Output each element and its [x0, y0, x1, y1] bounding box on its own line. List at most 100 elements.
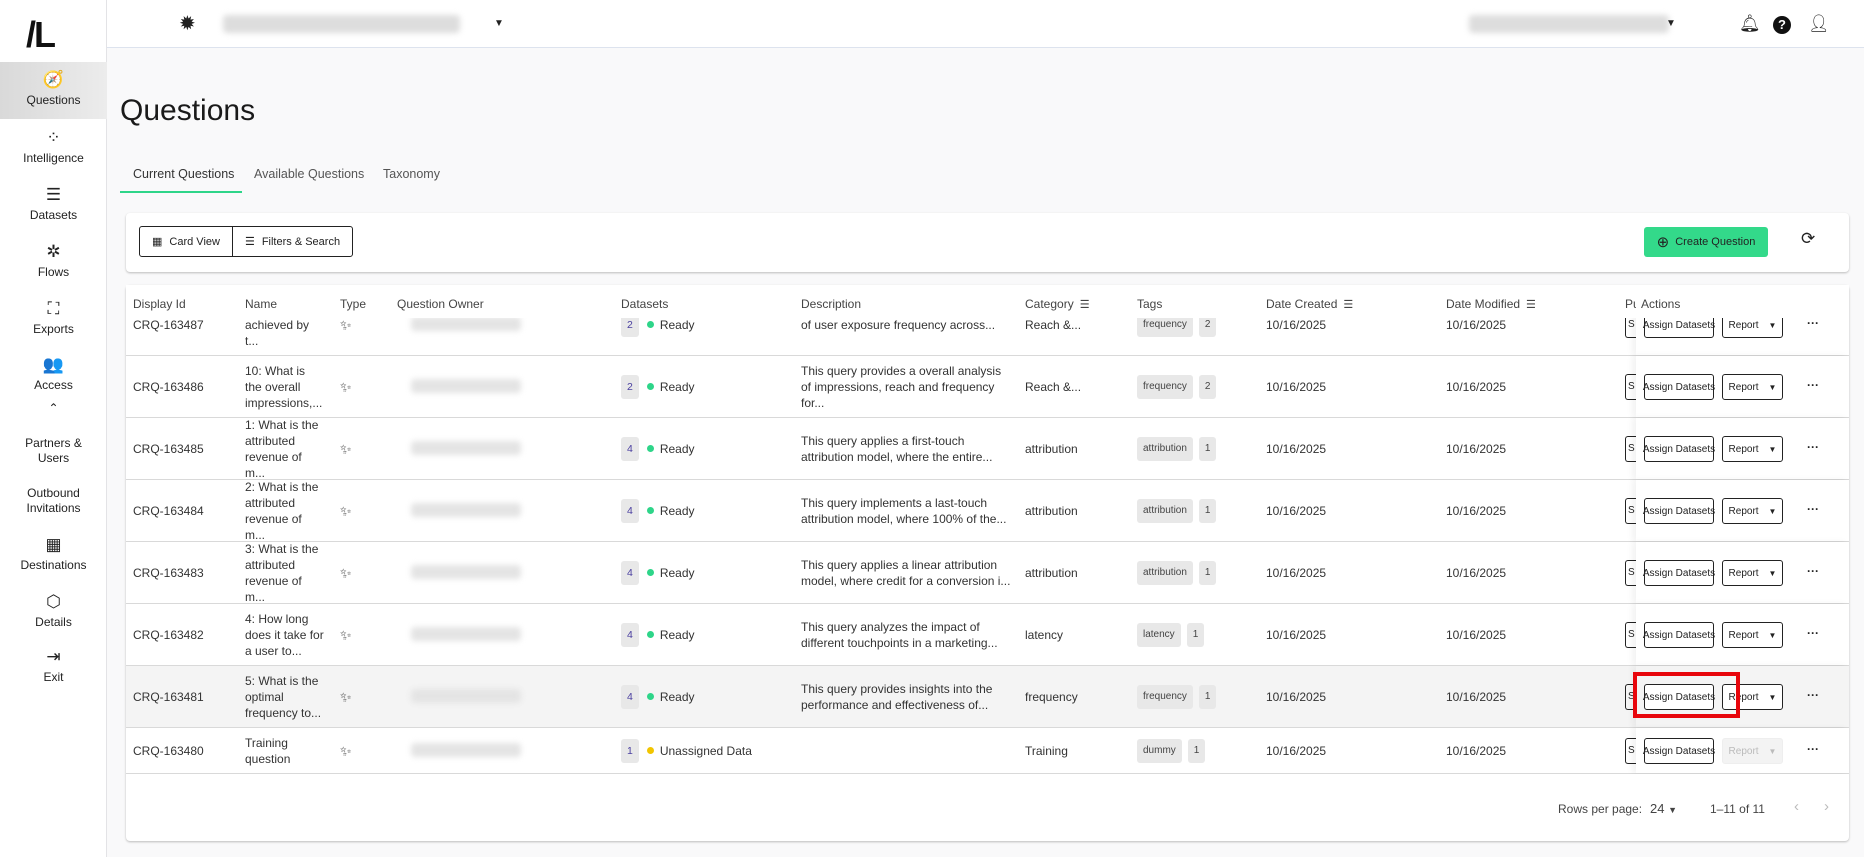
question-name[interactable]: 1: What is the attributed revenue of m..… — [245, 418, 325, 480]
more-options-icon[interactable]: ··· — [1807, 742, 1819, 756]
more-options-icon[interactable]: ··· — [1807, 626, 1819, 640]
caret-down-icon[interactable]: ▼ — [1666, 18, 1676, 29]
table-header: Display Id Name Type Question Owner Data… — [126, 285, 1849, 318]
assign-datasets-button[interactable]: Assign Datasets — [1643, 318, 1715, 338]
more-options-icon[interactable]: ··· — [1807, 440, 1819, 454]
tab-available-questions[interactable]: Available Questions — [254, 167, 364, 181]
assign-datasets-button[interactable]: Assign Datasets — [1643, 684, 1715, 710]
report-dropdown-button[interactable]: Report ▼ — [1722, 684, 1783, 710]
assign-datasets-button[interactable]: Assign Datasets — [1643, 622, 1715, 648]
sidebar-item-label: Datasets — [29, 208, 78, 222]
previous-page-icon[interactable]: ‹ — [1794, 798, 1799, 815]
ai-sparkle-chart-icon: ✨︎ — [340, 564, 352, 581]
user-icon[interactable]: 👤︎ — [1808, 14, 1830, 34]
report-dropdown-button[interactable]: Report ▼ — [1722, 374, 1783, 400]
sidebar-item-outbound-invitations[interactable]: Outbound Invitations — [0, 486, 107, 516]
status-text: Ready — [659, 627, 695, 642]
chevron-down-icon: ▼ — [1768, 746, 1777, 756]
help-icon[interactable]: ? — [1773, 16, 1791, 34]
sidebar-item-exit[interactable]: ⇥ Exit — [0, 647, 107, 685]
report-dropdown-button[interactable]: Report ▼ — [1722, 498, 1783, 524]
header-datasets[interactable]: Datasets — [621, 297, 668, 311]
more-options-icon[interactable]: ··· — [1807, 318, 1819, 330]
assign-datasets-button[interactable]: Assign Datasets — [1643, 374, 1715, 400]
category: Training — [1025, 743, 1068, 758]
report-dropdown-button[interactable]: Report ▼ — [1722, 738, 1783, 764]
assign-datasets-button[interactable]: Assign Datasets — [1643, 498, 1715, 524]
more-options-icon[interactable]: ··· — [1807, 378, 1819, 392]
status-text: Ready — [659, 441, 695, 456]
header-description[interactable]: Description — [801, 297, 861, 311]
table-row[interactable]: CRQ-163483 3: What is the attributed rev… — [126, 542, 1849, 604]
tag-count: 1 — [1198, 560, 1217, 585]
sidebar-item-questions[interactable]: 🧭 Questions — [0, 62, 107, 119]
report-dropdown-button[interactable]: Report ▼ — [1722, 560, 1783, 586]
table-row[interactable]: CRQ-163486 10: What is the overall impre… — [126, 356, 1849, 418]
refresh-icon[interactable]: ⟳ — [1801, 229, 1815, 249]
question-name[interactable]: 10: What is the overall impressions,... — [245, 356, 325, 417]
status-dot — [646, 631, 654, 638]
sort-icon[interactable]: ☰ — [1526, 299, 1536, 311]
ai-sparkle-chart-icon: ✨︎ — [340, 318, 352, 333]
table-row[interactable]: CRQ-163485 1: What is the attributed rev… — [126, 418, 1849, 480]
card-view-button[interactable]: ▦ Card View — [140, 227, 232, 256]
report-dropdown-button[interactable]: Report ▼ — [1722, 318, 1783, 338]
datasets-cell: 4 Ready — [621, 604, 695, 665]
caret-down-icon[interactable]: ▼ — [494, 18, 504, 29]
sort-icon[interactable]: ☰ — [1343, 299, 1353, 311]
collapse-chevron-icon[interactable]: ⌃ — [0, 401, 107, 415]
sidebar-item-destinations[interactable]: ▦ Destinations — [0, 535, 107, 573]
table-row[interactable]: CRQ-163480 Training question ✨︎ 1 Unassig… — [126, 728, 1849, 774]
rows-per-page-select[interactable]: 24 ▼ — [1650, 801, 1677, 816]
question-name[interactable]: unique reach achieved by t... — [245, 318, 325, 355]
table-row[interactable]: CRQ-163487 unique reach achieved by t...… — [126, 318, 1849, 356]
header-tags[interactable]: Tags — [1137, 297, 1162, 311]
filters-search-button[interactable]: ☰ Filters & Search — [231, 227, 352, 256]
table-row[interactable]: CRQ-163482 4: How long does it take for … — [126, 604, 1849, 666]
more-options-icon[interactable]: ··· — [1807, 564, 1819, 578]
header-display-id[interactable]: Display Id — [133, 297, 186, 311]
header-date-modified-label: Date Modified — [1446, 297, 1521, 311]
question-name[interactable]: 2: What is the attributed revenue of m..… — [245, 480, 325, 542]
ai-sparkle-chart-icon: ✨︎ — [340, 502, 352, 519]
sidebar-item-exports[interactable]: ⛶ Exports — [0, 299, 107, 337]
header-question-owner[interactable]: Question Owner — [397, 297, 484, 311]
assign-datasets-button[interactable]: Assign Datasets — [1643, 436, 1715, 462]
report-dropdown-button[interactable]: Report ▼ — [1722, 622, 1783, 648]
assign-datasets-button[interactable]: Assign Datasets — [1643, 738, 1715, 764]
sidebar-item-datasets[interactable]: ☰ Datasets — [0, 185, 107, 223]
sidebar-item-details[interactable]: ⬡ Details — [0, 592, 107, 630]
more-options-icon[interactable]: ··· — [1807, 502, 1819, 516]
question-name[interactable]: 5: What is the optimal frequency to... — [245, 666, 325, 727]
table-row[interactable]: CRQ-163481 5: What is the optimal freque… — [126, 666, 1849, 728]
more-options-icon[interactable]: ··· — [1807, 688, 1819, 702]
status-dot — [646, 507, 654, 514]
question-name[interactable]: 4: How long does it take for a user to..… — [245, 604, 325, 665]
question-owner — [411, 565, 521, 579]
tab-taxonomy[interactable]: Taxonomy — [383, 167, 440, 181]
actions-cell: Assign Datasets Report ▼ ··· — [1636, 356, 1849, 417]
account-selector[interactable] — [1469, 15, 1669, 33]
bell-icon[interactable]: 🔔︎ — [1739, 14, 1761, 34]
create-question-button[interactable]: ⊕ Create Question — [1644, 227, 1768, 257]
sort-icon[interactable]: ☰ — [1080, 299, 1090, 311]
tab-current-questions[interactable]: Current Questions — [133, 167, 234, 181]
header-date-created[interactable]: Date Created ☰ — [1266, 297, 1353, 311]
tags-cell: attribution 1 — [1137, 480, 1222, 541]
header-type[interactable]: Type — [340, 297, 366, 311]
sidebar-item-partners-users[interactable]: Partners & Users — [0, 436, 107, 466]
question-name[interactable]: 3: What is the attributed revenue of m..… — [245, 542, 325, 604]
workspace-selector[interactable] — [223, 15, 460, 33]
table-row[interactable]: CRQ-163484 2: What is the attributed rev… — [126, 480, 1849, 542]
header-category[interactable]: Category ☰ — [1025, 297, 1090, 311]
datasets-cell: 4 Ready — [621, 542, 695, 603]
header-name[interactable]: Name — [245, 297, 277, 311]
sidebar-item-flows[interactable]: ✲ Flows — [0, 242, 107, 280]
header-date-modified[interactable]: Date Modified ☰ — [1446, 297, 1536, 311]
sidebar-item-access[interactable]: 👥 Access — [0, 355, 107, 393]
next-page-icon[interactable]: › — [1824, 798, 1829, 815]
assign-datasets-button[interactable]: Assign Datasets — [1643, 560, 1715, 586]
report-dropdown-button[interactable]: Report ▼ — [1722, 436, 1783, 462]
sidebar-item-intelligence[interactable]: ⁘ Intelligence — [0, 128, 107, 166]
question-name[interactable]: Training question — [245, 728, 325, 773]
